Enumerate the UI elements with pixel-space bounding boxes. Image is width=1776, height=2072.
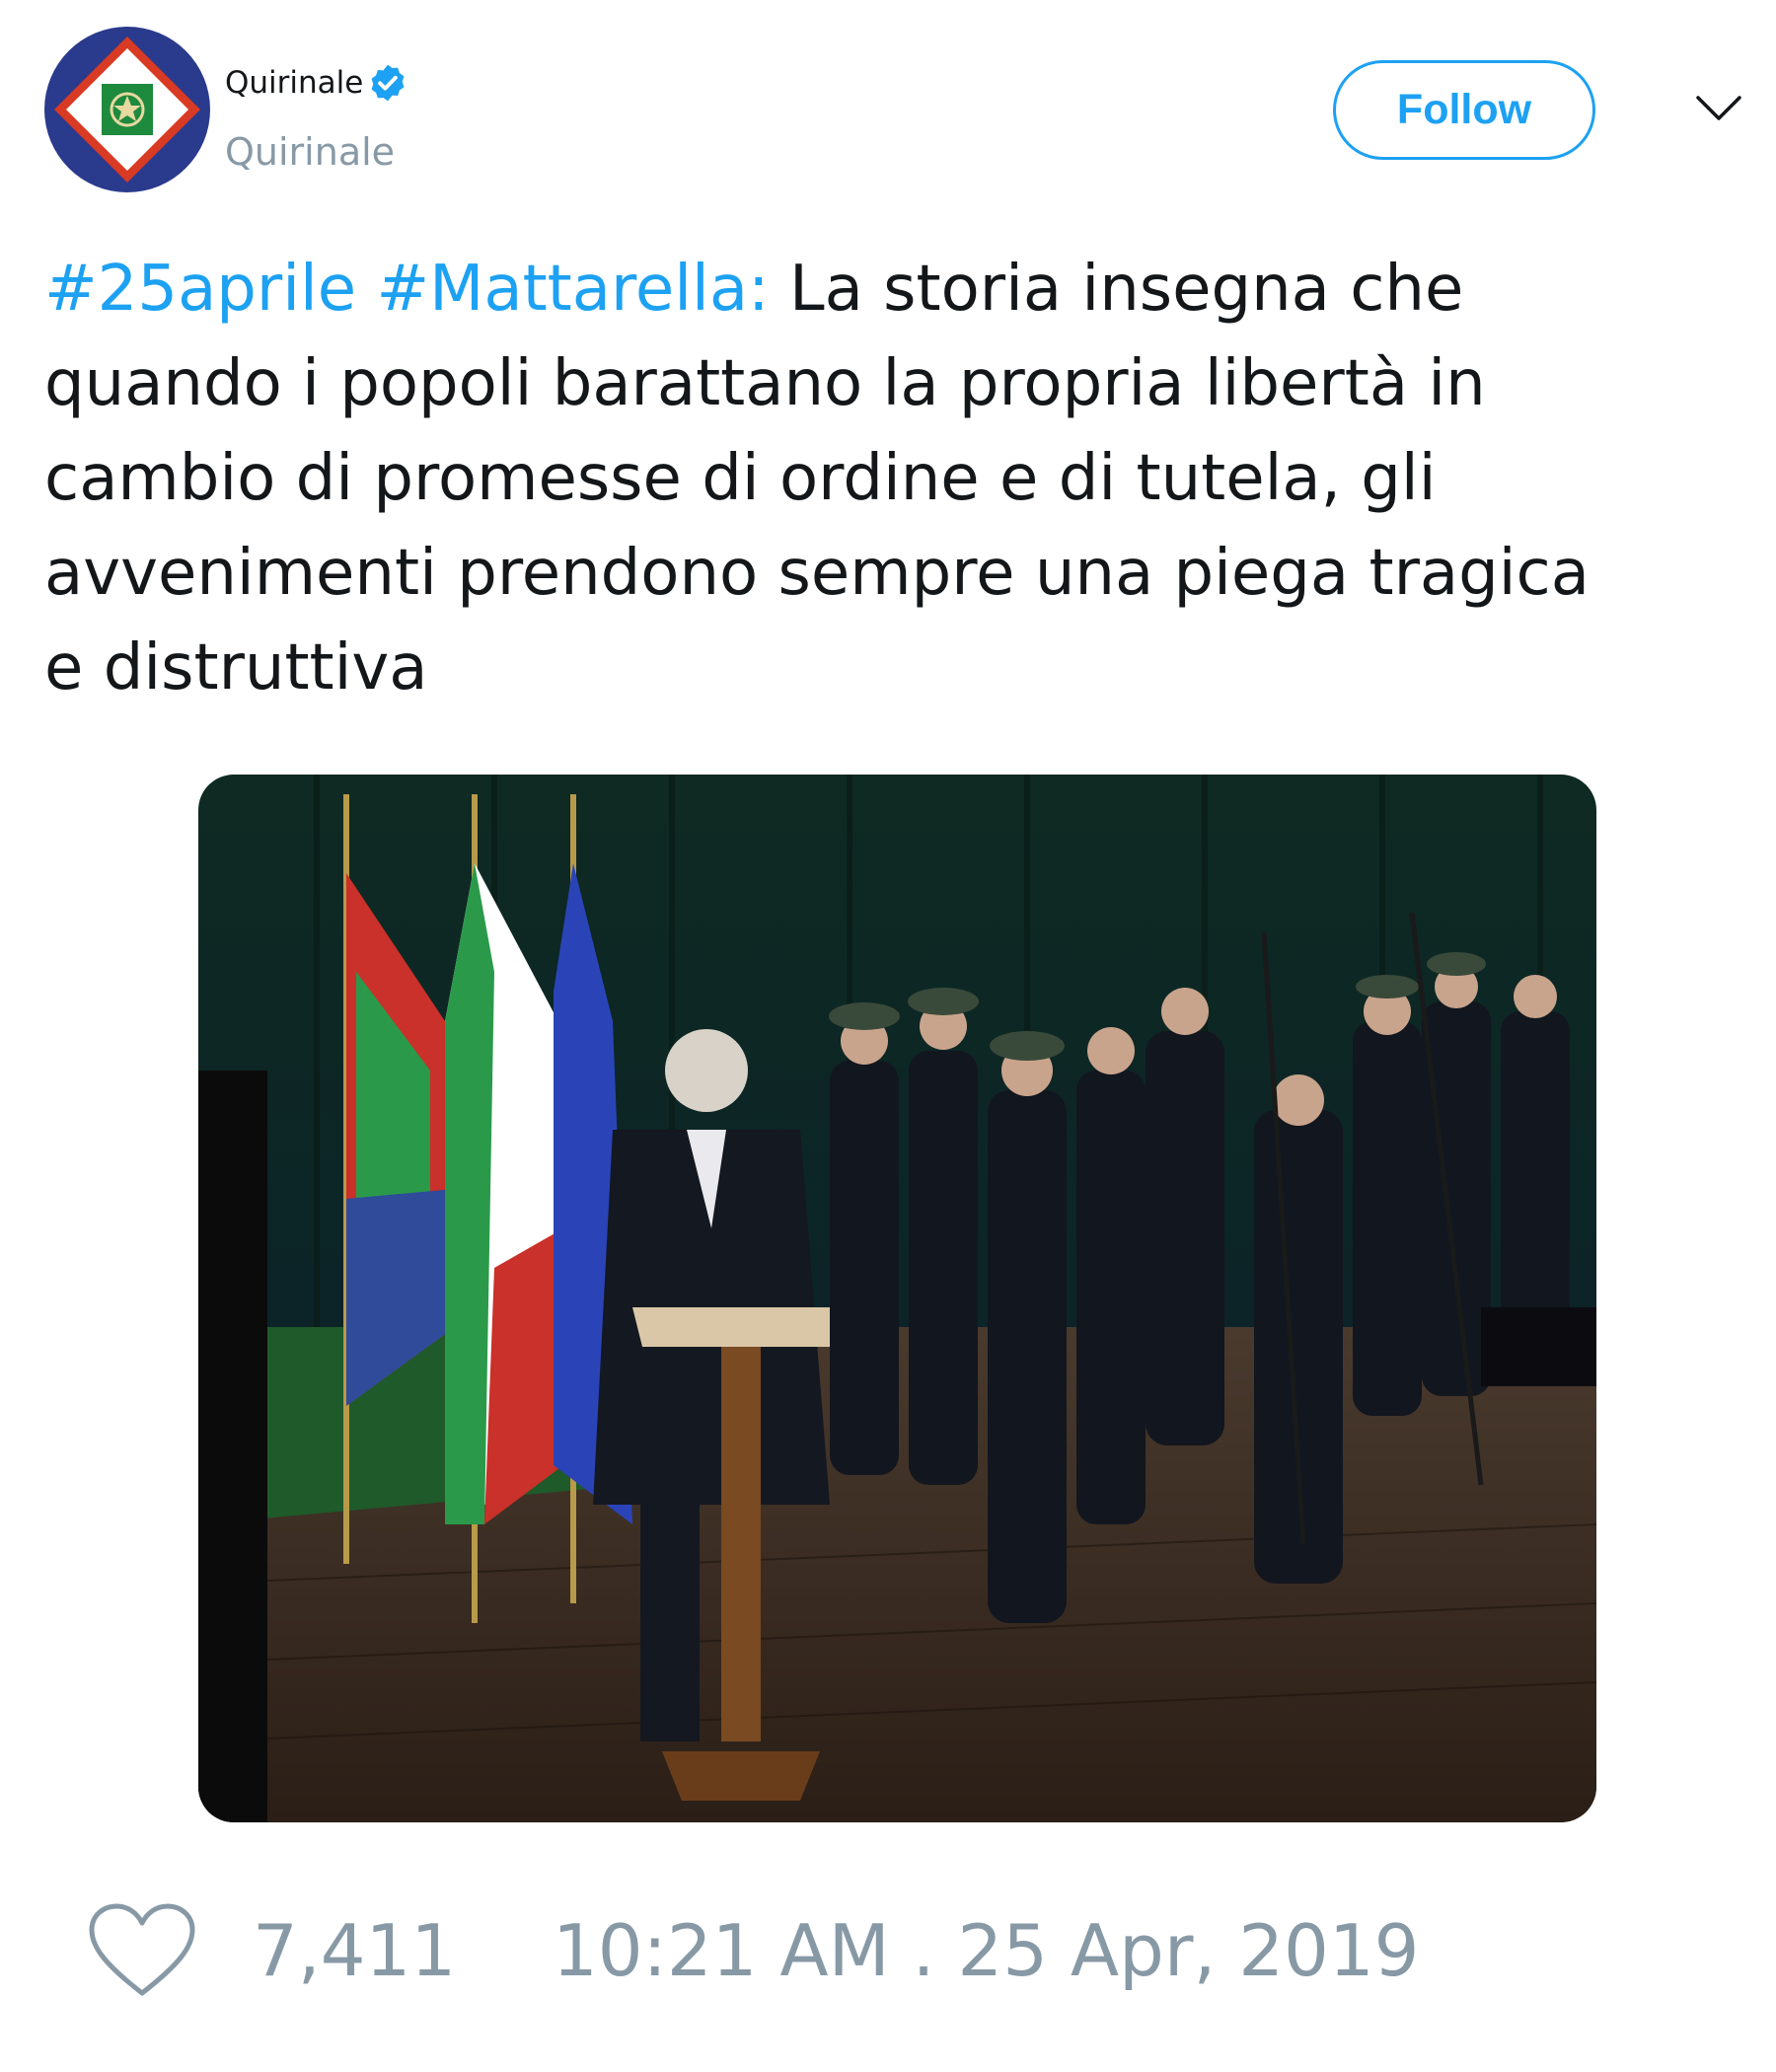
tweet-line-5: e distruttiva: [44, 631, 428, 704]
display-name[interactable]: Quirinale: [225, 63, 363, 103]
verified-badge-icon: [371, 64, 405, 102]
tweet-line-4: avvenimenti prendono sempre una piega tr…: [44, 537, 1590, 610]
avatar[interactable]: [44, 27, 210, 192]
tweet-text: #25aprile #Mattarella: La storia insegna…: [44, 242, 1741, 715]
tweet-line-3: cambio di promesse di ordine e di tutela…: [44, 442, 1437, 515]
follow-button[interactable]: Follow: [1333, 60, 1595, 160]
tweet-text-segment: La storia insegna che: [788, 253, 1464, 326]
tweet-photo[interactable]: [198, 775, 1596, 1822]
ceremony-stage-photo: [198, 775, 1596, 1822]
user-handle[interactable]: Quirinale: [225, 128, 395, 176]
hashtag-link[interactable]: #25aprile: [44, 253, 356, 326]
presidential-standard-emblem: [44, 27, 210, 192]
tweet-line-1: #25aprile #Mattarella: La storia insegna…: [44, 242, 1741, 336]
hashtag-link[interactable]: #Mattarella:: [377, 253, 770, 326]
tweet-line-2: quando i popoli barattano la propria lib…: [44, 347, 1486, 420]
tweet-timestamp[interactable]: 10:21 AM . 25 Apr, 2019: [553, 1906, 1419, 1995]
heart-icon[interactable]: [87, 1902, 197, 2001]
chevron-down-icon[interactable]: [1694, 93, 1743, 122]
like-count: 7,411: [253, 1909, 457, 1992]
